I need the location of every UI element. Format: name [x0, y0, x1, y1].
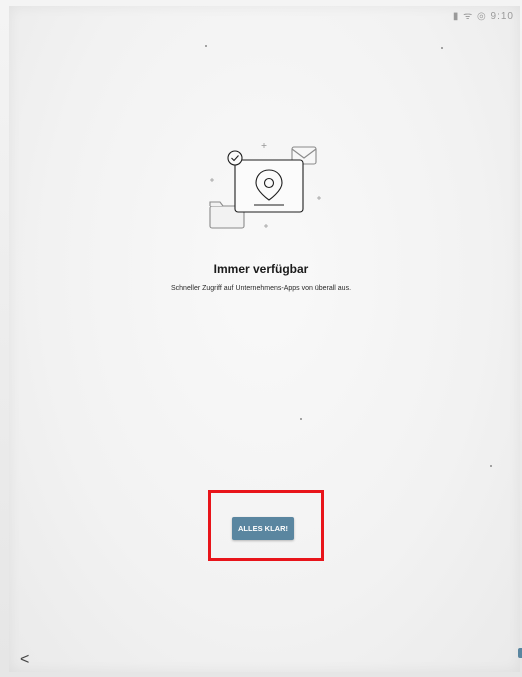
map-pin-card-icon	[209, 143, 321, 229]
status-bar: ▮ ᯤ ◎ 9:10	[452, 11, 514, 22]
onboarding-subtitle: Schneller Zugriff auf Unternehmens-Apps …	[170, 285, 352, 292]
chevron-left-icon: <	[20, 651, 30, 668]
dust-speck	[300, 418, 302, 420]
dust-speck	[205, 45, 207, 47]
dust-speck	[490, 465, 492, 467]
edge-indicator	[518, 648, 522, 658]
dust-speck	[441, 47, 443, 49]
back-nav-button[interactable]: <	[20, 652, 29, 668]
alles-klar-button[interactable]: ALLES KLAR!	[232, 517, 294, 540]
photo-background: ▮ ᯤ ◎ 9:10	[0, 0, 522, 677]
onboarding-illustration	[208, 140, 340, 240]
device-screen: ▮ ᯤ ◎ 9:10	[9, 6, 520, 672]
onboarding-title: Immer verfügbar	[213, 262, 309, 276]
